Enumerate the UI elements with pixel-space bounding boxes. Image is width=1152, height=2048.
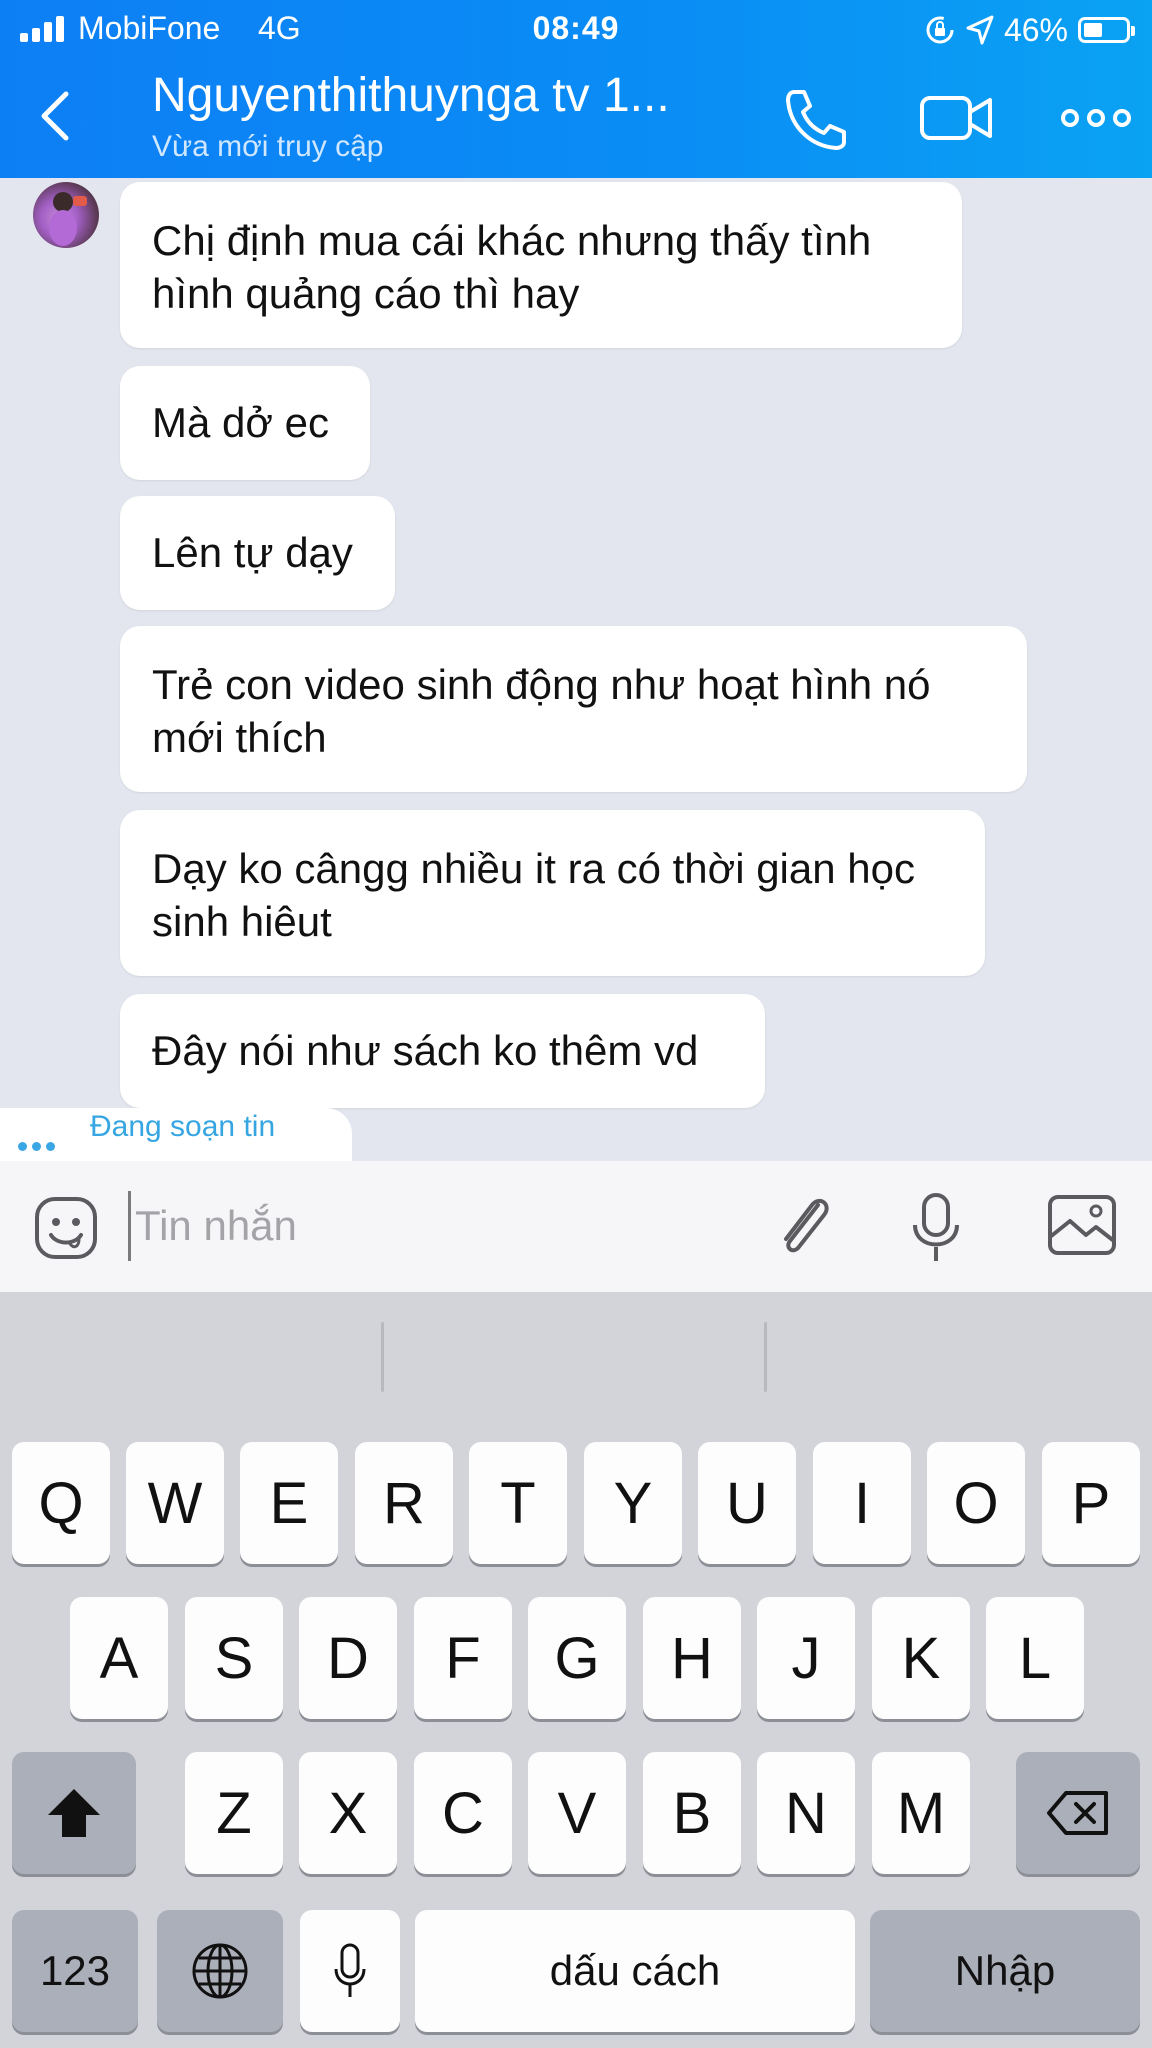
key-f[interactable]: F: [414, 1597, 512, 1719]
message-bubble[interactable]: Mà dở ec: [120, 366, 370, 480]
message-bubble[interactable]: Trẻ con video sinh động như hoạt hình nó…: [120, 626, 1027, 792]
message-line: Đây nói như sách ko thêm vd: [152, 1027, 699, 1074]
location-icon: [966, 15, 994, 45]
key-i[interactable]: I: [813, 1442, 911, 1564]
key-n[interactable]: N: [757, 1752, 855, 1874]
key-x[interactable]: X: [299, 1752, 397, 1874]
message-line: hình quảng cáo thì hay: [152, 270, 580, 317]
battery-percent: 46%: [1003, 11, 1068, 48]
video-camera-icon[interactable]: [918, 88, 994, 148]
contact-name[interactable]: Nguyenthithuynga tv 1...: [152, 68, 670, 123]
globe-key[interactable]: [157, 1910, 283, 2032]
key-a[interactable]: A: [70, 1597, 168, 1719]
space-key[interactable]: dấu cách: [415, 1910, 855, 2032]
message-input[interactable]: [128, 1191, 735, 1261]
microphone-icon[interactable]: [905, 1191, 967, 1265]
key-k[interactable]: K: [872, 1597, 970, 1719]
key-v[interactable]: V: [528, 1752, 626, 1874]
microphone-icon: [334, 1943, 366, 1997]
message-line: mới thích: [152, 714, 327, 761]
typing-text: Đang soạn tin: [90, 1110, 276, 1143]
status-right: 46%: [924, 10, 1135, 50]
message-bubble[interactable]: Lên tự dạy: [120, 496, 395, 610]
message-line: Mà dở ec: [152, 399, 329, 446]
message-line: Chị định mua cái khác nhưng thấy tình: [152, 217, 872, 264]
key-w[interactable]: W: [126, 1442, 224, 1564]
key-h[interactable]: H: [643, 1597, 741, 1719]
composer-bar: [0, 1161, 1152, 1293]
more-icon[interactable]: [1060, 98, 1132, 138]
key-s[interactable]: S: [185, 1597, 283, 1719]
key-y[interactable]: Y: [584, 1442, 682, 1564]
key-e[interactable]: E: [240, 1442, 338, 1564]
typing-indicator: Đang soạn tin: [0, 1108, 352, 1163]
key-p[interactable]: P: [1042, 1442, 1140, 1564]
key-l[interactable]: L: [986, 1597, 1084, 1719]
message-list[interactable]: Chị định mua cái khác nhưng thấy tình hì…: [0, 178, 1152, 1163]
key-t[interactable]: T: [469, 1442, 567, 1564]
message-line: Trẻ con video sinh động như hoạt hình nó: [152, 661, 931, 708]
key-b[interactable]: B: [643, 1752, 741, 1874]
globe-icon: [192, 1943, 248, 1999]
key-m[interactable]: M: [872, 1752, 970, 1874]
key-g[interactable]: G: [528, 1597, 626, 1719]
key-j[interactable]: J: [757, 1597, 855, 1719]
message-line: Lên tự dạy: [152, 529, 353, 576]
contact-status: Vừa mới truy cập: [152, 130, 384, 163]
phone-icon[interactable]: [780, 86, 850, 152]
prediction-divider: [764, 1322, 767, 1392]
message-bubble[interactable]: Chị định mua cái khác nhưng thấy tình hì…: [120, 182, 962, 348]
key-u[interactable]: U: [698, 1442, 796, 1564]
backspace-key[interactable]: [1016, 1752, 1140, 1874]
battery-level: [1084, 23, 1102, 37]
shift-icon: [48, 1789, 100, 1837]
key-d[interactable]: D: [299, 1597, 397, 1719]
paperclip-icon[interactable]: [770, 1191, 836, 1261]
keyboard: Q W E R T Y U I O P A S D F G H J K L Z …: [0, 1292, 1152, 2048]
status-bar: MobiFone 4G 08:49 46%: [0, 0, 1152, 58]
back-arrow-icon[interactable]: [30, 86, 86, 146]
key-o[interactable]: O: [927, 1442, 1025, 1564]
key-c[interactable]: C: [414, 1752, 512, 1874]
avatar-image: [49, 192, 87, 246]
return-key[interactable]: Nhập: [870, 1910, 1140, 2032]
message-line: Dạy ko cângg nhiều it ra có thời gian họ…: [152, 845, 915, 892]
image-icon[interactable]: [1046, 1193, 1118, 1257]
numbers-key[interactable]: 123: [12, 1910, 138, 2032]
key-z[interactable]: Z: [185, 1752, 283, 1874]
header: MobiFone 4G 08:49 46% Nguyenthithuynga t…: [0, 0, 1152, 178]
shift-key[interactable]: [12, 1752, 136, 1874]
message-bubble[interactable]: Đây nói như sách ko thêm vd: [120, 994, 765, 1108]
message-line: sinh hiêut: [152, 898, 332, 945]
typing-dots-icon: [18, 1138, 60, 1156]
key-q[interactable]: Q: [12, 1442, 110, 1564]
chat-nav-bar: Nguyenthithuynga tv 1... Vừa mới truy cậ…: [0, 58, 1152, 178]
battery-icon: [1078, 17, 1135, 43]
emoji-icon[interactable]: [33, 1195, 99, 1261]
avatar[interactable]: [33, 182, 99, 248]
backspace-icon: [1047, 1791, 1108, 1835]
prediction-divider: [381, 1322, 384, 1392]
dictation-key[interactable]: [300, 1910, 400, 2032]
key-r[interactable]: R: [355, 1442, 453, 1564]
message-bubble[interactable]: Dạy ko cângg nhiều it ra có thời gian họ…: [120, 810, 985, 976]
orientation-lock-icon: [926, 16, 954, 44]
